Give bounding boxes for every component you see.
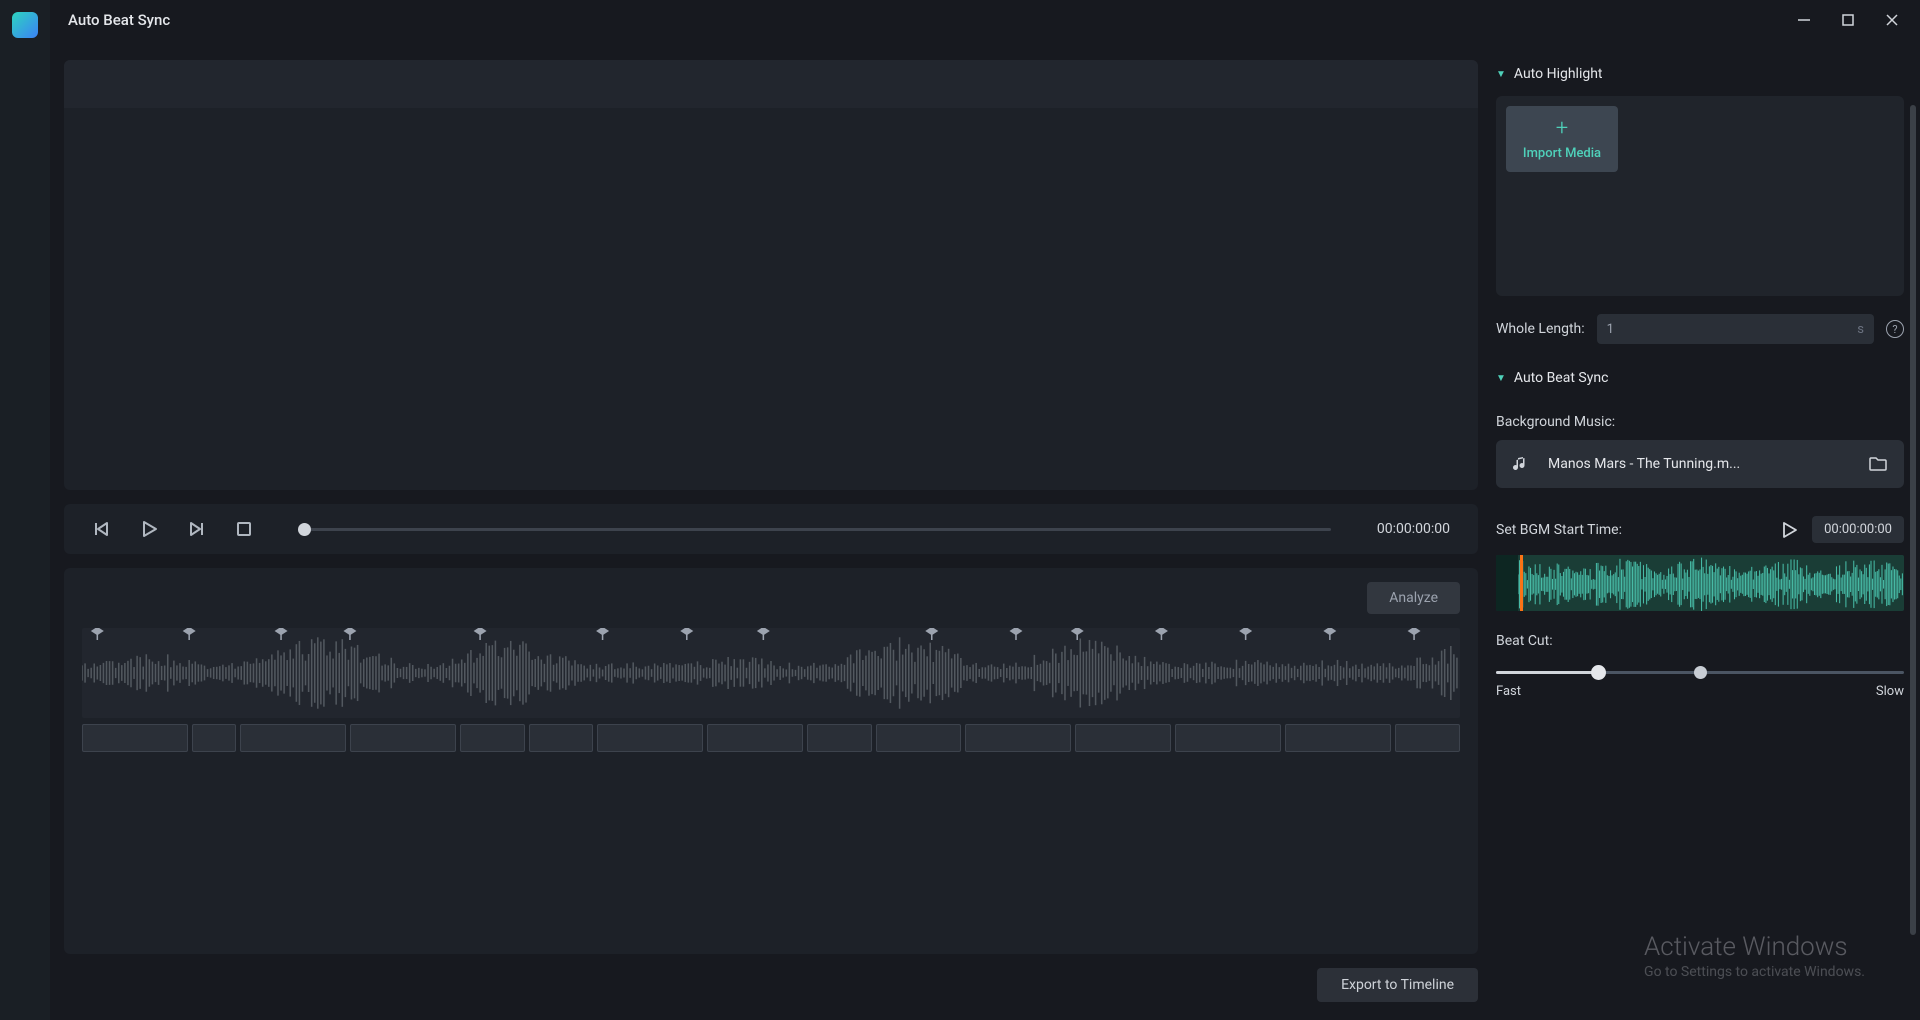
bgm-start-time[interactable]: 00:00:00:00 <box>1812 516 1904 543</box>
titlebar: Auto Beat Sync <box>50 0 1920 40</box>
bgm-playhead[interactable] <box>1520 555 1523 611</box>
whole-length-label: Whole Length: <box>1496 321 1585 337</box>
prev-frame-button[interactable] <box>92 520 110 538</box>
window-title: Auto Beat Sync <box>68 11 170 29</box>
clip-segment[interactable] <box>807 724 872 752</box>
import-media-button[interactable]: + Import Media <box>1506 106 1618 172</box>
whole-length-unit: s <box>1857 322 1864 337</box>
plus-icon: + <box>1556 118 1568 140</box>
clip-segment[interactable] <box>707 724 803 752</box>
auto-beat-sync-window: Auto Beat Sync <box>50 0 1920 1020</box>
import-label: Import Media <box>1523 146 1601 161</box>
export-button[interactable]: Export to Timeline <box>1317 968 1478 1002</box>
slider-labels: Fast Slow <box>1496 684 1904 699</box>
clip-segment[interactable] <box>240 724 346 752</box>
chevron-down-icon: ▼ <box>1496 69 1506 80</box>
timecode-display: 00:00:00:00 <box>1377 521 1450 537</box>
scrollbar[interactable] <box>1910 105 1916 935</box>
beat-cut-label: Beat Cut: <box>1496 611 1904 663</box>
section-title: Auto Beat Sync <box>1514 370 1609 386</box>
stop-button[interactable] <box>236 521 252 537</box>
music-note-icon <box>1512 455 1530 473</box>
video-preview <box>64 60 1478 490</box>
whole-length-input[interactable]: 1 s <box>1597 314 1874 344</box>
bgm-start-label: Set BGM Start Time: <box>1496 522 1766 538</box>
bgm-play-button[interactable] <box>1780 521 1798 539</box>
clip-segment[interactable] <box>1175 724 1281 752</box>
slider-fast-label: Fast <box>1496 684 1521 699</box>
help-icon[interactable]: ? <box>1886 320 1904 338</box>
section-title: Auto Highlight <box>1514 66 1603 82</box>
preview-header-bar <box>64 60 1478 108</box>
next-frame-button[interactable] <box>188 520 206 538</box>
maximize-button[interactable] <box>1838 10 1858 30</box>
seek-slider[interactable] <box>298 528 1331 531</box>
clip-segment[interactable] <box>192 724 236 752</box>
media-drop-zone: + Import Media <box>1496 96 1904 296</box>
chevron-down-icon: ▼ <box>1496 373 1506 384</box>
bg-music-label: Background Music: <box>1496 400 1904 440</box>
analyze-button[interactable]: Analyze <box>1367 582 1460 614</box>
slider-thumb-secondary[interactable] <box>1694 666 1707 679</box>
app-logo-icon <box>12 12 38 38</box>
transport-bar: 00:00:00:00 <box>64 504 1478 554</box>
whole-length-value: 1 <box>1607 322 1614 337</box>
clip-segment[interactable] <box>460 724 525 752</box>
folder-icon[interactable] <box>1868 454 1888 474</box>
slider-fill <box>1496 671 1598 674</box>
waveform-panel: Analyze <box>64 568 1478 954</box>
beat-cut-slider[interactable] <box>1496 671 1904 674</box>
minimize-button[interactable] <box>1794 10 1814 30</box>
clip-segment[interactable] <box>876 724 961 752</box>
window-controls <box>1794 10 1902 30</box>
clip-segment[interactable] <box>597 724 703 752</box>
auto-highlight-header[interactable]: ▼ Auto Highlight <box>1496 58 1904 96</box>
auto-beat-sync-header[interactable]: ▼ Auto Beat Sync <box>1496 352 1904 400</box>
clip-segment[interactable] <box>82 724 188 752</box>
parent-app-sidebar <box>0 0 50 1020</box>
seek-thumb[interactable] <box>298 523 311 536</box>
slider-thumb[interactable] <box>1591 665 1606 680</box>
clip-track <box>82 724 1460 752</box>
right-panel: ▼ Auto Highlight + Import Media Whole Le… <box>1492 40 1920 1020</box>
track-name: Manos Mars - The Tunning.m... <box>1548 456 1850 472</box>
play-button[interactable] <box>140 520 158 538</box>
clip-segment[interactable] <box>529 724 594 752</box>
bgm-waveform[interactable] <box>1496 555 1904 611</box>
background-music-field: Manos Mars - The Tunning.m... <box>1496 440 1904 488</box>
bgm-start-row: Set BGM Start Time: 00:00:00:00 <box>1496 488 1904 555</box>
slider-slow-label: Slow <box>1876 684 1904 699</box>
clip-segment[interactable] <box>1075 724 1171 752</box>
content-area: 00:00:00:00 Analyze <box>50 40 1920 1020</box>
left-panel: 00:00:00:00 Analyze <box>50 40 1492 1020</box>
whole-length-row: Whole Length: 1 s ? <box>1496 296 1904 352</box>
bgm-pre-region <box>1496 555 1518 611</box>
close-button[interactable] <box>1882 10 1902 30</box>
clip-segment[interactable] <box>1395 724 1460 752</box>
clip-segment[interactable] <box>350 724 456 752</box>
clip-segment[interactable] <box>965 724 1071 752</box>
main-waveform[interactable] <box>82 628 1460 718</box>
clip-segment[interactable] <box>1285 724 1391 752</box>
